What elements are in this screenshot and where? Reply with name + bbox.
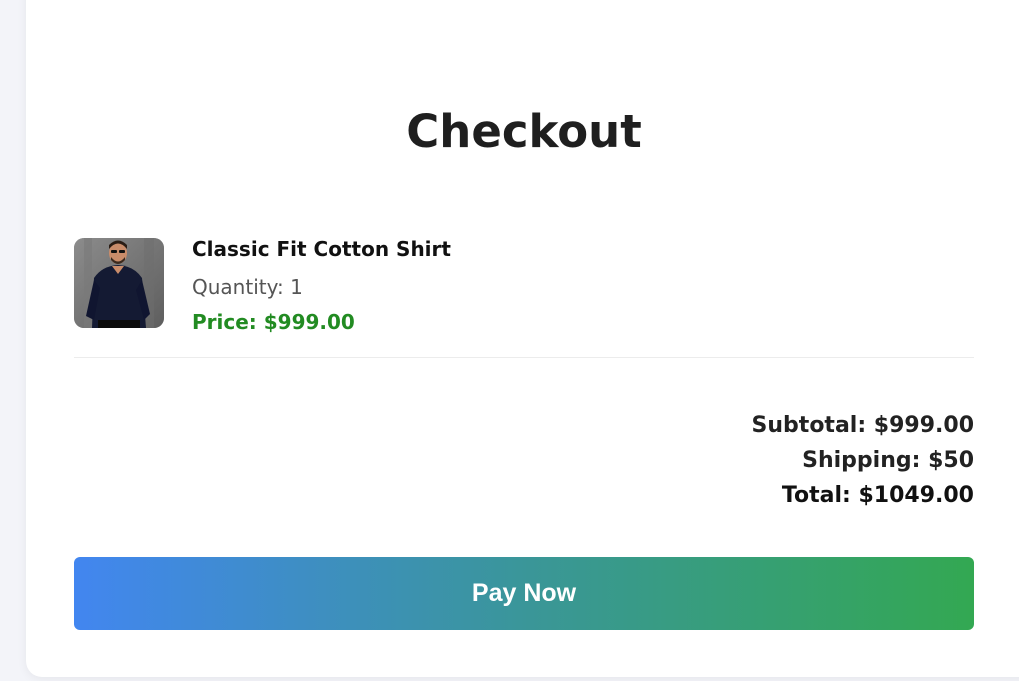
product-quantity: Quantity: 1 [192, 275, 303, 299]
total-line: Total: $1049.00 [781, 483, 974, 508]
product-name: Classic Fit Cotton Shirt [192, 237, 451, 261]
shipping-line: Shipping: $50 [802, 448, 974, 473]
order-summary: Subtotal: $999.00 Shipping: $50 Total: $… [474, 408, 974, 513]
page-title: Checkout [406, 105, 642, 158]
cart-item: Classic Fit Cotton Shirt Quantity: 1 Pri… [74, 237, 974, 338]
subtotal-line: Subtotal: $999.00 [751, 413, 974, 438]
product-image [74, 238, 164, 328]
divider [74, 357, 974, 358]
product-price: Price: $999.00 [192, 310, 355, 334]
pay-now-button[interactable]: Pay Now [74, 557, 974, 630]
